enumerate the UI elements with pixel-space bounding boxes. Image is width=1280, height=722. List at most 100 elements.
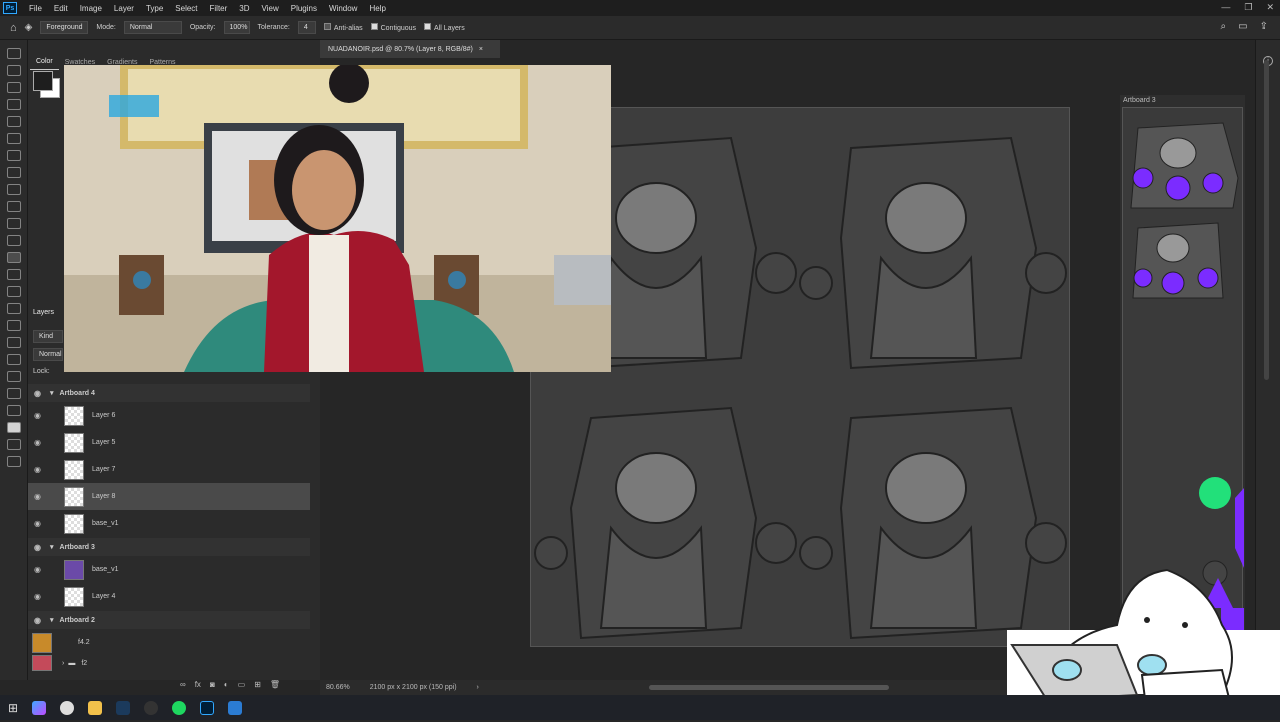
eye-icon[interactable]: ◉ [34,519,44,528]
menu-3d[interactable]: 3D [233,4,255,13]
close-icon[interactable]: ✕ [1266,2,1274,13]
zoom-level[interactable]: 80.66% [326,684,350,691]
layer-group-artboard-2[interactable]: ◉ ▾ Artboard 2 [28,611,310,629]
copilot-icon[interactable] [32,700,47,715]
minimize-icon[interactable]: — [1221,2,1230,13]
opacity-input[interactable]: 100% [223,21,250,34]
eye-icon[interactable]: ◉ [34,543,44,552]
new-group-icon[interactable]: ▭ [238,680,246,689]
crop-tool-icon[interactable] [6,116,21,127]
layer-group-artboard-4[interactable]: ◉ ▾ Artboard 4 [28,384,310,402]
shape-tool-icon[interactable] [6,354,21,365]
layer-group-artboard-3[interactable]: ◉ ▾ Artboard 3 [28,538,310,556]
horizontal-scrollbar[interactable] [648,685,889,690]
app-taskbar-icon[interactable] [228,700,243,715]
hand-tool-icon[interactable] [6,371,21,382]
chevron-down-icon[interactable]: ▾ [50,543,54,551]
close-tab-icon[interactable]: × [479,46,483,53]
menu-select[interactable]: Select [169,4,203,13]
paint-bucket-tool-icon[interactable] [6,252,21,263]
lasso-tool-icon[interactable] [6,82,21,93]
windows-start-icon[interactable]: ⊞ [8,701,18,715]
path-selection-tool-icon[interactable] [6,337,21,348]
steam-icon[interactable] [116,700,131,715]
screen-mode-icon[interactable] [6,456,21,467]
type-tool-icon[interactable] [6,320,21,331]
eye-icon[interactable]: ◉ [34,565,44,574]
menu-type[interactable]: Type [140,4,169,13]
layer-row-selected[interactable]: ◉ Layer 8 [28,483,310,510]
obs-icon[interactable] [144,700,159,715]
dodge-tool-icon[interactable] [6,286,21,297]
contiguous-checkbox[interactable]: Contiguous [370,23,416,32]
layer-row[interactable]: ◉ Layer 5 [28,429,310,456]
tab-color[interactable]: Color [30,54,59,70]
anti-alias-checkbox[interactable]: Anti-alias [323,23,363,32]
layer-blend-mode[interactable]: Normal [33,348,63,361]
layers-panel-title[interactable]: Layers [33,309,54,316]
fill-source-select[interactable]: Foreground [40,21,89,34]
vertical-scrollbar[interactable] [1264,60,1269,380]
healing-tool-icon[interactable] [6,167,21,178]
menu-window[interactable]: Window [323,4,363,13]
quick-mask-icon[interactable] [6,439,21,450]
delete-layer-icon[interactable]: 🗑 [270,680,280,689]
eye-icon[interactable]: ◉ [34,411,44,420]
pen-tool-icon[interactable] [6,303,21,314]
layer-filter-kind[interactable]: Kind [33,330,63,343]
fx-icon[interactable]: fx [195,680,201,689]
layer-row[interactable]: ◉ Layer 4 [28,583,310,610]
restore-icon[interactable]: ❐ [1244,2,1252,13]
eye-icon[interactable]: ◉ [34,492,44,501]
file-explorer-icon[interactable] [88,700,103,715]
menu-filter[interactable]: Filter [204,4,234,13]
chrome-icon[interactable] [60,700,75,715]
new-layer-icon[interactable]: ⊞ [254,680,261,689]
blur-tool-icon[interactable] [6,269,21,280]
document-tab[interactable]: NUADANOIR.psd @ 80.7% (Layer 8, RGB/8#) … [320,40,500,58]
eye-icon[interactable]: ◉ [34,616,44,625]
eraser-tool-icon[interactable] [6,235,21,246]
mode-select[interactable]: Normal [123,21,182,34]
history-brush-tool-icon[interactable] [6,218,21,229]
layer-row[interactable]: ◉ base_v1 [28,556,310,583]
layer-row[interactable]: ◉ Layer 6 [28,402,310,429]
layer-row[interactable]: ◉ Layer 7 [28,456,310,483]
search-icon[interactable]: ⌕ [1221,21,1227,32]
chevron-down-icon[interactable]: ▾ [50,389,54,397]
color-swatch-icon[interactable] [6,422,21,433]
layer-row[interactable]: › ▬ f2 [28,652,310,674]
home-icon[interactable]: ⌂ [10,22,17,34]
workspace-icon[interactable]: ▭ [1238,21,1247,32]
frame-tool-icon[interactable] [6,133,21,144]
link-layers-icon[interactable]: ∞ [180,680,186,689]
eyedropper-tool-icon[interactable] [6,150,21,161]
menu-file[interactable]: File [23,4,48,13]
menu-layer[interactable]: Layer [108,4,140,13]
menu-help[interactable]: Help [363,4,391,13]
photoshop-taskbar-icon[interactable] [200,700,215,715]
status-chevron-icon[interactable]: › [477,684,479,691]
zoom-tool-icon[interactable] [6,388,21,399]
more-tools-icon[interactable] [6,405,21,416]
tolerance-input[interactable]: 4 [297,21,316,34]
menu-view[interactable]: View [256,4,285,13]
eye-icon[interactable]: ◉ [34,389,44,398]
eye-icon[interactable]: ◉ [34,592,44,601]
menu-plugins[interactable]: Plugins [285,4,323,13]
menu-edit[interactable]: Edit [48,4,74,13]
layer-row[interactable]: ◉ base_v1 [28,510,310,537]
eye-icon[interactable]: ◉ [34,438,44,447]
chevron-right-icon[interactable]: › [62,660,64,667]
adjustment-layer-icon[interactable]: ◐ [224,680,229,689]
all-layers-checkbox[interactable]: All Layers [424,23,465,32]
add-mask-icon[interactable]: ◙ [210,680,215,689]
share-icon[interactable]: ⇪ [1260,21,1268,32]
foreground-color-swatch[interactable] [33,71,53,91]
eye-icon[interactable]: ◉ [34,465,44,474]
artboard-4[interactable] [530,107,1070,647]
stamp-tool-icon[interactable] [6,201,21,212]
move-tool-icon[interactable] [6,48,21,59]
chevron-down-icon[interactable]: ▾ [50,616,54,624]
spotify-icon[interactable] [172,700,187,715]
